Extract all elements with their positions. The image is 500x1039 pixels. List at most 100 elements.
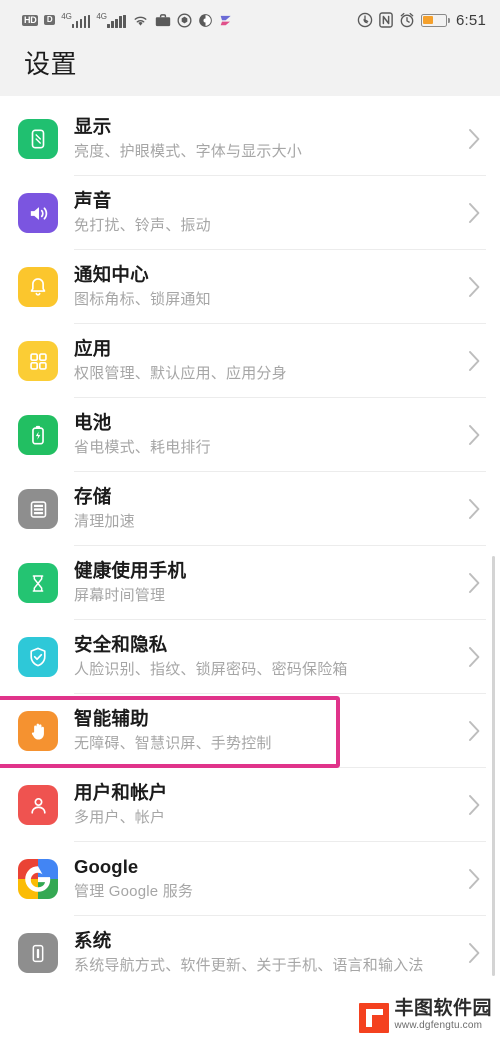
chevron-right-icon [462, 424, 486, 446]
status-bar-clock: 6:51 [456, 11, 486, 29]
shield-icon [177, 13, 192, 28]
title-bar: 设置 [0, 40, 500, 96]
wifi-icon [132, 14, 149, 27]
watermark: 丰图软件园 www.dgfengtu.com [359, 999, 492, 1033]
chevron-right-icon [462, 868, 486, 890]
briefcase-icon [155, 13, 171, 27]
data-saver-icon [357, 12, 373, 28]
signal-bars-1 [71, 14, 91, 28]
settings-row-body: 健康使用手机 屏幕时间管理 [74, 550, 456, 616]
hourglass-icon [18, 563, 58, 603]
settings-row-title: Google [74, 856, 139, 878]
settings-row-body: 通知中心图标角标、锁屏通知 [74, 254, 456, 320]
storage-icon [18, 489, 58, 529]
network-type-label-1: 4G [61, 11, 72, 21]
chevron-right-icon [462, 202, 486, 224]
chevron-right-icon [462, 276, 486, 298]
settings-row-subtitle: 清理加速 [74, 513, 135, 531]
nfc-icon [379, 12, 393, 28]
settings-row-subtitle: 亮度、护眼模式、字体与显示大小 [74, 143, 303, 161]
settings-row-body: 电池省电模式、耗电排行 [74, 402, 456, 468]
settings-row-display[interactable]: 显示亮度、护眼模式、字体与显示大小 [0, 102, 500, 176]
notification-bell-icon [18, 267, 58, 307]
settings-row-subtitle: 权限管理、默认应用、应用分身 [74, 365, 287, 383]
chevron-right-icon [462, 942, 486, 964]
settings-row-subtitle: 系统导航方式、软件更新、关于手机、语言和输入法 [74, 957, 424, 975]
settings-row-storage[interactable]: 存储 清理加速 [0, 472, 500, 546]
chevron-right-icon [462, 794, 486, 816]
settings-row-body: 应用权限管理、默认应用、应用分身 [74, 328, 456, 394]
settings-row-sound[interactable]: 声音 免打扰、铃声、振动 [0, 176, 500, 250]
shield-check-icon [18, 637, 58, 677]
eye-comfort-icon [198, 13, 213, 28]
chevron-right-icon [462, 498, 486, 520]
signal-4g-icon-2: 4G [96, 11, 126, 28]
user-account-icon [18, 785, 58, 825]
chevron-right-icon [462, 350, 486, 372]
status-bar: HD D 4G 4G 6:51 [0, 0, 500, 40]
display-icon [18, 119, 58, 159]
dual-sim-icon: D [44, 15, 56, 25]
scrollbar-thumb[interactable] [491, 556, 495, 976]
apps-grid-icon [18, 341, 58, 381]
settings-row-title: 存储 [74, 486, 112, 508]
settings-row-body: 系统 系统导航方式、软件更新、关于手机、语言和输入法 [74, 920, 456, 986]
alarm-icon [399, 12, 415, 28]
settings-row-smart-assistance[interactable]: 智能辅助无障碍、智慧识屏、手势控制 [0, 694, 500, 768]
watermark-url: www.dgfengtu.com [394, 1020, 483, 1031]
settings-row-title: 显示 [74, 116, 112, 138]
settings-row-subtitle: 无障碍、智慧识屏、手势控制 [74, 735, 272, 753]
settings-row-subtitle: 免打扰、铃声、振动 [74, 217, 211, 235]
chevron-right-icon [462, 572, 486, 594]
status-bar-right-icons: 6:51 [357, 12, 486, 29]
scrollbar-track[interactable] [491, 96, 498, 1039]
settings-row-body: 安全和隐私 人脸识别、指纹、锁屏密码、密码保险箱 [74, 624, 456, 690]
watermark-name: 丰图软件园 [394, 998, 492, 1020]
sound-icon [18, 193, 58, 233]
signal-bars-2 [107, 14, 126, 28]
watermark-logo-icon [359, 1003, 390, 1033]
system-phone-icon [18, 933, 58, 973]
settings-row-title: 应用 [74, 338, 112, 360]
network-type-label-2: 4G [96, 11, 108, 21]
settings-list[interactable]: 显示亮度、护眼模式、字体与显示大小声音 免打扰、铃声、振动通知中心图标角标、锁屏通… [0, 96, 500, 990]
chevron-right-icon [462, 720, 486, 742]
settings-row-users-accounts[interactable]: 用户和帐户多用户、帐户 [0, 768, 500, 842]
settings-row-title: 智能辅助 [74, 708, 149, 730]
settings-row-title: 安全和隐私 [74, 634, 168, 656]
settings-row-subtitle: 图标角标、锁屏通知 [74, 291, 211, 309]
settings-row-body: 声音 免打扰、铃声、振动 [74, 180, 456, 246]
battery-icon [421, 13, 450, 27]
settings-row-digital-balance[interactable]: 健康使用手机 屏幕时间管理 [0, 546, 500, 620]
hd-voice-icon: HD [22, 14, 39, 26]
hand-icon [18, 711, 58, 751]
settings-row-title: 通知中心 [74, 264, 149, 286]
send-arrow-icon [219, 14, 234, 27]
settings-row-body: 存储 清理加速 [74, 476, 456, 542]
chevron-right-icon [462, 646, 486, 668]
settings-row-battery[interactable]: 电池省电模式、耗电排行 [0, 398, 500, 472]
settings-row-body: 智能辅助无障碍、智慧识屏、手势控制 [74, 698, 456, 764]
battery-level-fill [423, 15, 433, 25]
chevron-right-icon [462, 128, 486, 150]
signal-4g-icon-1: 4G [61, 11, 91, 28]
settings-row-security-privacy[interactable]: 安全和隐私 人脸识别、指纹、锁屏密码、密码保险箱 [0, 620, 500, 694]
settings-row-body: 显示亮度、护眼模式、字体与显示大小 [74, 106, 456, 172]
google-g-icon [18, 859, 58, 899]
settings-row-apps[interactable]: 应用权限管理、默认应用、应用分身 [0, 324, 500, 398]
settings-row-google[interactable]: Google 管理 Google 服务 [0, 842, 500, 916]
settings-row-title: 健康使用手机 [74, 560, 187, 582]
phone-screen: HD D 4G 4G 6:51 设置 显示 亮度、护眼模式、字体与显示大小 声音… [0, 0, 500, 1039]
settings-row-subtitle: 管理 Google 服务 [74, 883, 194, 901]
status-bar-left-icons: HD D 4G 4G [22, 11, 234, 28]
settings-row-subtitle: 多用户、帐户 [74, 809, 166, 827]
settings-row-system[interactable]: 系统 系统导航方式、软件更新、关于手机、语言和输入法 [0, 916, 500, 990]
page-title: 设置 [24, 49, 78, 79]
settings-row-body: Google 管理 Google 服务 [74, 846, 456, 912]
settings-row-title: 电池 [74, 412, 112, 434]
settings-row-notification-center[interactable]: 通知中心图标角标、锁屏通知 [0, 250, 500, 324]
settings-row-subtitle: 省电模式、耗电排行 [74, 439, 211, 457]
settings-row-body: 用户和帐户多用户、帐户 [74, 772, 456, 838]
battery-charging-icon [18, 415, 58, 455]
settings-row-title: 用户和帐户 [74, 782, 168, 804]
